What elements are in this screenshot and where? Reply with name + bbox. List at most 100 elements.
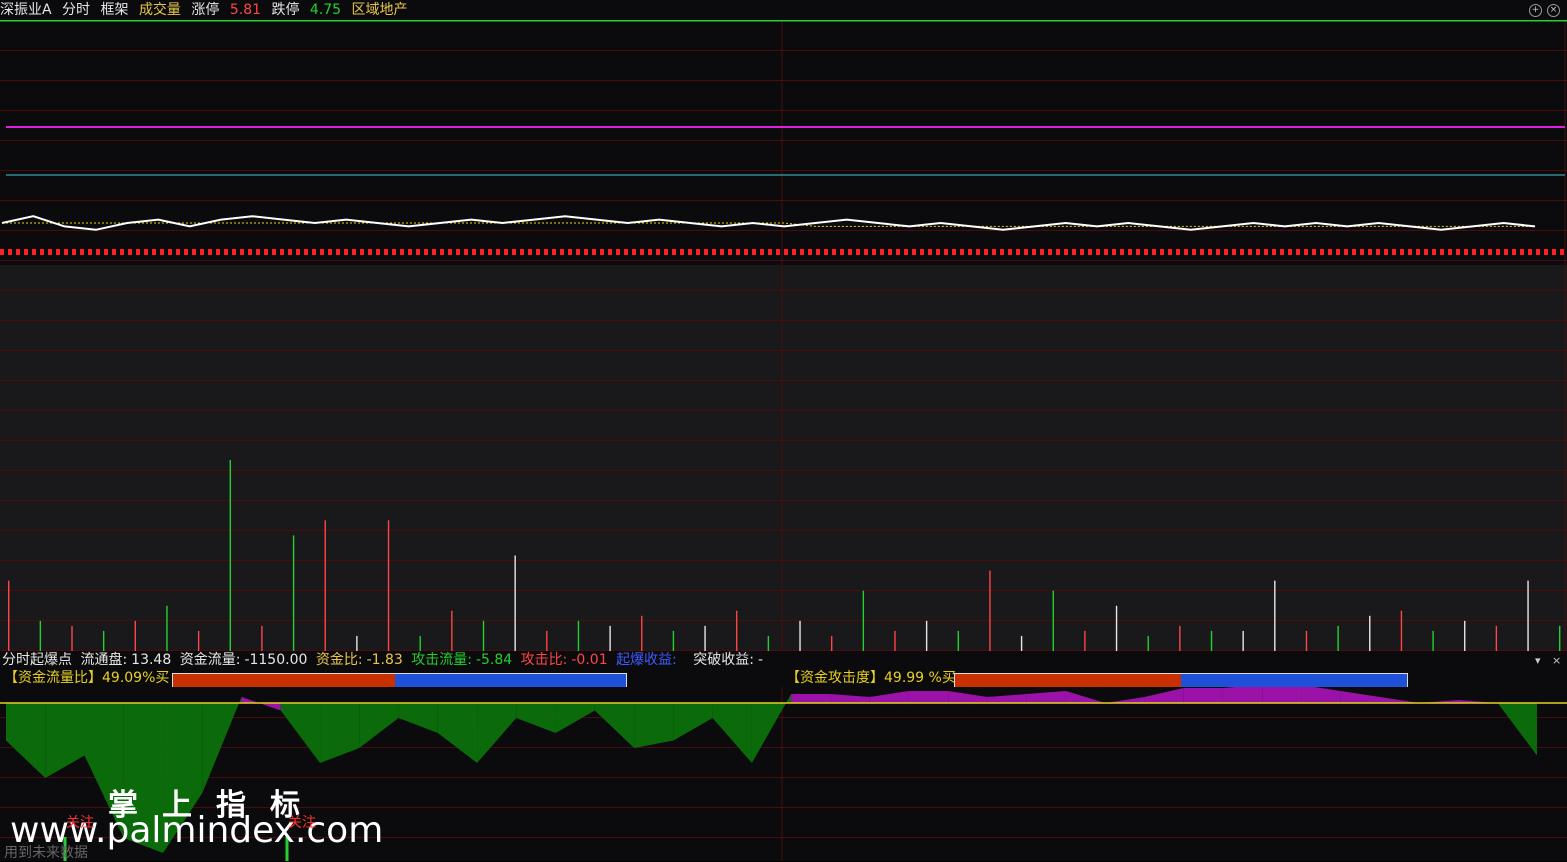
float-value: 13.48 xyxy=(131,652,172,668)
volume-bar xyxy=(1305,630,1308,651)
volume-bar xyxy=(514,555,516,651)
ratio-label: 资金比: xyxy=(315,652,363,668)
volume-bar xyxy=(925,620,928,651)
limit-down-value: 4.75 xyxy=(309,2,342,18)
volume-bar xyxy=(1242,630,1244,651)
volume-bar xyxy=(1210,630,1213,651)
limit-up-value: 5.81 xyxy=(229,2,262,18)
chevron-down-icon[interactable]: ▾ xyxy=(1535,654,1541,667)
volume-bar xyxy=(197,630,200,651)
volume-bar xyxy=(324,520,326,651)
flow-area-segment xyxy=(1183,688,1223,703)
title-bar: 深振业A 分时 框架 成交量 涨停 5.81 跌停 4.75 区域地产 xyxy=(0,0,1567,20)
breakout-gain-value: - xyxy=(757,652,764,668)
attack-flow-value: -5.84 xyxy=(475,652,513,668)
volume-bar xyxy=(229,460,231,651)
stock-name[interactable]: 深振业A xyxy=(0,2,52,18)
volume-bar xyxy=(862,590,865,651)
volume-background xyxy=(0,265,1567,651)
volume-bar xyxy=(1052,590,1054,651)
volume-bar xyxy=(1464,620,1466,651)
volume-bar xyxy=(1432,630,1434,651)
volume-bar xyxy=(8,580,10,651)
volume-bar xyxy=(546,630,548,651)
close-icon[interactable]: × xyxy=(1552,654,1561,667)
volume-bar xyxy=(1495,625,1498,651)
ratio-value: -1.83 xyxy=(366,652,403,668)
volume-label[interactable]: 成交量 xyxy=(139,2,181,18)
flow-area-segment xyxy=(634,703,674,748)
volume-bar xyxy=(799,620,801,651)
signal-label: 关注 xyxy=(66,815,94,831)
indicator-header: 分时起爆点 流通盘: 13.48 资金流量: -1150.00 资金比: -1.83 … xyxy=(2,651,767,669)
volume-bar xyxy=(1369,615,1371,651)
volume-bar xyxy=(957,630,959,651)
flow-ratio-bar-sell xyxy=(173,674,396,687)
volume-bar xyxy=(387,520,390,651)
volume-bar xyxy=(1400,610,1403,651)
volume-bar xyxy=(102,630,105,651)
intraday-chart xyxy=(0,20,1567,651)
attack-degree-label: 【资金攻击度】49.99 %买 xyxy=(786,670,956,686)
volume-bar xyxy=(830,635,833,651)
attack-degree-value: 49.99 % xyxy=(884,670,942,686)
volume-bar xyxy=(451,610,453,651)
volume-bar xyxy=(71,625,73,651)
sector-label[interactable]: 区域地产 xyxy=(352,2,408,18)
volume-bar xyxy=(356,635,358,651)
volume-bar xyxy=(672,630,675,651)
volume-bar xyxy=(641,615,643,651)
flow-area-segment xyxy=(1222,687,1263,703)
float-label: 流通盘: xyxy=(80,652,128,668)
volume-bar xyxy=(1274,580,1276,651)
volume-bar xyxy=(166,605,168,651)
framework-label[interactable]: 框架 xyxy=(100,2,128,18)
plus-circle-icon[interactable]: + xyxy=(1529,4,1542,17)
flow-ratio-bar-buy xyxy=(395,674,626,687)
flow-ratio-bar xyxy=(172,673,627,688)
flow-value: -1150.00 xyxy=(244,652,308,668)
volume-bar xyxy=(1337,625,1339,651)
flow-ratio-label: 【资金流量比】49.09%买 xyxy=(4,670,170,686)
chart-window: 深振业A 分时 框架 成交量 涨停 5.81 跌停 4.75 区域地产 + × … xyxy=(0,0,1567,861)
volume-bar xyxy=(261,625,263,651)
attack-ratio-value: -0.01 xyxy=(571,652,608,668)
volume-bar xyxy=(989,570,991,651)
attack-ratio-label: 攻击比: xyxy=(520,652,568,668)
future-data-note: 用到未来数据 xyxy=(4,845,88,861)
volume-bar xyxy=(292,535,295,651)
volume-bar xyxy=(704,625,706,651)
flow-ratio-value: 49.09% xyxy=(102,670,156,686)
volume-bar xyxy=(577,620,580,651)
flow-area-segment xyxy=(791,694,831,703)
volume-bar xyxy=(1115,605,1118,651)
limit-up-label: 涨停 xyxy=(191,2,220,18)
attack-degree-bar-buy xyxy=(1180,674,1407,687)
volume-bar xyxy=(419,635,421,651)
attack-degree-bar xyxy=(954,673,1408,688)
flow-area-segment xyxy=(1262,687,1302,703)
signal-label: 关注 xyxy=(288,815,316,831)
volume-bar xyxy=(134,620,137,651)
volume-bar xyxy=(482,620,485,651)
volume-bar xyxy=(1527,580,1529,651)
volume-bar xyxy=(894,630,896,651)
volume-bar xyxy=(1020,635,1023,651)
burst-gain-label: 起爆收益: xyxy=(616,652,677,668)
volume-bar xyxy=(39,620,42,651)
volume-bar xyxy=(1084,630,1086,651)
flow-label: 资金流量: xyxy=(179,652,241,668)
volume-bar xyxy=(1559,625,1561,651)
attack-flow-label: 攻击流量: xyxy=(411,652,472,668)
attack-degree-bar-sell xyxy=(955,674,1181,687)
volume-bar xyxy=(1147,635,1149,651)
breakout-gain-label: 突破收益: xyxy=(693,652,754,668)
close-circle-icon[interactable]: × xyxy=(1547,4,1560,17)
mode-tab[interactable]: 分时 xyxy=(62,2,90,18)
indicator-name[interactable]: 分时起爆点 xyxy=(2,652,72,668)
volume-bar xyxy=(609,625,611,651)
volume-bar xyxy=(767,635,770,651)
flow-area-segment xyxy=(908,691,949,703)
limit-down-label: 跌停 xyxy=(271,2,300,18)
volume-bar xyxy=(1179,625,1181,651)
